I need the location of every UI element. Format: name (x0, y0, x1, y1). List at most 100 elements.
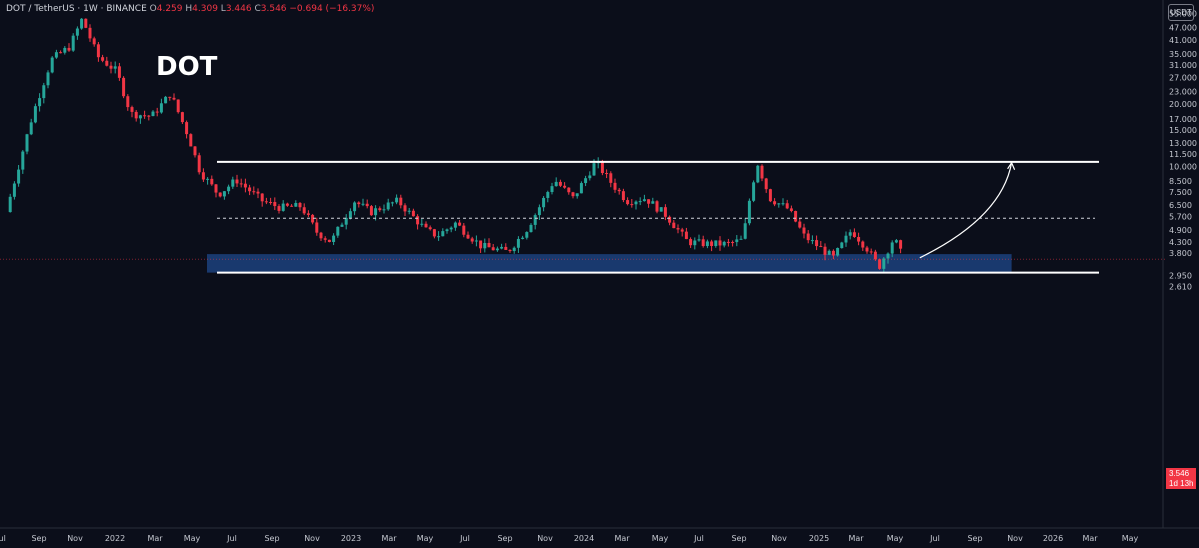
x-tick-label: Nov (67, 534, 83, 543)
candle-198 (840, 241, 844, 249)
candle-body (550, 186, 554, 193)
candle-body (332, 235, 336, 243)
candle-body (802, 227, 806, 234)
candle-body (500, 246, 504, 249)
candle-body (231, 179, 235, 187)
candle-body (571, 192, 575, 197)
candle-body (59, 52, 63, 54)
candle-body (810, 240, 814, 242)
candle-body (613, 182, 617, 190)
close-value: 3.546 (260, 4, 287, 14)
candle-body (605, 173, 609, 175)
x-tick-label: 2023 (341, 534, 361, 543)
x-tick-label: Sep (264, 534, 279, 543)
candle-body (206, 178, 210, 180)
candle-body (869, 251, 873, 253)
candle-body (109, 65, 113, 69)
candle-body (277, 206, 281, 211)
candle-body (525, 232, 529, 238)
low-value: 3.446 (225, 4, 252, 14)
candle-body (197, 155, 201, 173)
candle-body (642, 199, 646, 202)
candle-body (306, 213, 310, 215)
y-tick-label: 20.000 (1169, 100, 1197, 109)
candle-body (722, 241, 726, 246)
candle-body (470, 238, 474, 242)
x-tick-label: Nov (771, 534, 787, 543)
candle-body (558, 181, 562, 186)
candle-body (655, 201, 659, 212)
candle-body (134, 111, 138, 119)
candle-body (726, 241, 730, 243)
candle-176 (747, 198, 751, 226)
candle-body (592, 163, 596, 176)
candle-body (483, 242, 487, 249)
candle-body (563, 185, 567, 188)
candle-body (176, 99, 180, 113)
candle-body (756, 165, 760, 183)
open-label: O (149, 4, 157, 14)
candle-body (117, 66, 121, 78)
candle-body (634, 201, 638, 205)
candle-body (315, 222, 319, 233)
candle-body (773, 201, 777, 205)
candle-body (617, 189, 621, 192)
candle-body (546, 192, 550, 198)
candle-body (365, 203, 369, 207)
symbol-header: DOT / TetherUS · 1W · BINANCE O4.259 H4.… (6, 4, 374, 14)
candle-body (243, 183, 247, 188)
y-tick-label: 5.700 (1169, 213, 1192, 222)
candle-body (290, 205, 294, 207)
candle-136 (579, 181, 583, 194)
candle-6 (33, 103, 37, 124)
candle-body (214, 184, 218, 193)
candle-body (873, 251, 877, 260)
candle-body (785, 203, 789, 209)
candle-86 (369, 204, 373, 216)
x-tick-label: Jul (0, 534, 6, 543)
candle-body (794, 210, 798, 222)
candle-17 (80, 18, 84, 30)
candle-body (193, 146, 197, 156)
candle-body (840, 242, 844, 249)
candle-body (403, 205, 407, 212)
candle-body (17, 169, 21, 184)
candle-body (12, 183, 16, 197)
current-price-tag: 3.546 (1166, 468, 1196, 479)
candle-body (588, 175, 592, 179)
open-value: 4.259 (156, 4, 183, 14)
x-tick-label: May (1122, 534, 1139, 543)
candle-body (886, 253, 890, 259)
candle-207 (878, 258, 882, 270)
candle-4 (25, 133, 29, 155)
candle-body (630, 204, 634, 206)
candle-body (647, 199, 651, 204)
candle-body (441, 231, 445, 237)
candle-body (701, 239, 705, 247)
candle-body (294, 202, 298, 207)
candle-body (155, 111, 159, 113)
candle-45 (197, 152, 201, 175)
candle-body (302, 207, 306, 214)
candle-body (458, 222, 462, 226)
x-tick-label: Sep (731, 534, 746, 543)
candle-body (437, 236, 441, 238)
candle-body (126, 96, 130, 108)
currency-badge[interactable]: USDT (1168, 4, 1194, 21)
candle-178 (756, 164, 760, 184)
candle-body (29, 122, 33, 135)
candle-body (449, 227, 453, 230)
candle-body (260, 193, 264, 202)
candle-body (663, 207, 667, 217)
candle-body (420, 223, 424, 225)
candle-body (743, 223, 747, 239)
price-chart[interactable]: 55.00047.00041.00035.00031.00027.00023.0… (0, 0, 1199, 548)
y-tick-label: 31.000 (1169, 61, 1197, 70)
x-tick-label: Nov (1007, 534, 1023, 543)
candle-body (75, 28, 79, 36)
candle-body (836, 248, 840, 256)
y-tick-label: 4.300 (1169, 238, 1192, 247)
candle-body (827, 250, 831, 255)
candle-body (521, 237, 525, 239)
candle-body (185, 122, 189, 135)
